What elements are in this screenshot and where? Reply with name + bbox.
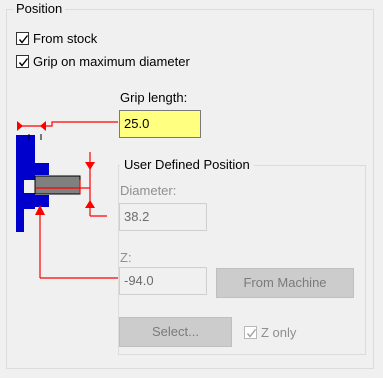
z-only-checkbox[interactable]: Z only [244, 323, 296, 341]
from-machine-button[interactable]: From Machine [216, 268, 354, 298]
grip-length-label: Grip length: [120, 90, 188, 105]
z-input[interactable]: -94.0 [119, 267, 207, 295]
select-button[interactable]: Select... [119, 317, 232, 347]
grip-length-input[interactable]: 25.0 [119, 110, 201, 138]
grip-diagram-icon [16, 121, 118, 279]
diameter-label: Diameter: [120, 183, 177, 198]
z-only-check-box[interactable] [244, 325, 257, 339]
z-label: Z: [120, 250, 132, 265]
user-defined-title: User Defined Position [120, 157, 254, 173]
diameter-input[interactable]: 38.2 [119, 203, 207, 231]
checkmark-icon [246, 328, 257, 338]
z-only-label: Z only [261, 324, 297, 340]
